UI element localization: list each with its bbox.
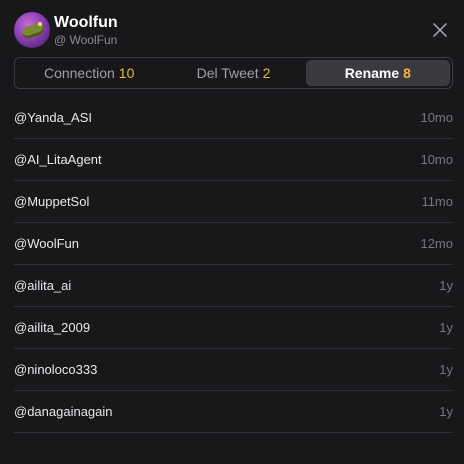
- item-age: 1y: [439, 278, 453, 293]
- list-item[interactable]: @Yanda_ASI 10mo: [14, 97, 453, 139]
- tab-count: 2: [262, 65, 271, 81]
- rename-history-panel: Woolfun @ WoolFun Connection 10 Del Twee…: [0, 0, 464, 464]
- list-item[interactable]: @WoolFun 12mo: [14, 223, 453, 265]
- close-icon[interactable]: [430, 20, 450, 40]
- tab-connection[interactable]: Connection 10: [17, 60, 161, 86]
- tab-bar: Connection 10 Del Tweet 2 Rename 8: [14, 57, 453, 89]
- account-title: Woolfun: [54, 14, 118, 31]
- tab-label: Rename: [344, 65, 400, 81]
- item-handle: @ailita_ai: [14, 278, 72, 293]
- tab-count: 8: [403, 65, 411, 81]
- item-handle: @ninoloco333: [14, 362, 98, 377]
- item-handle: @Yanda_ASI: [14, 110, 93, 125]
- item-handle: @MuppetSol: [14, 194, 90, 209]
- item-age: 10mo: [420, 152, 453, 167]
- rename-list: @Yanda_ASI 10mo @AI_LitaAgent 10mo @Mupp…: [14, 97, 453, 433]
- tab-del-tweet[interactable]: Del Tweet 2: [161, 60, 305, 86]
- tab-label: Del Tweet: [196, 65, 259, 81]
- header: Woolfun @ WoolFun: [14, 12, 450, 48]
- item-handle: @AI_LitaAgent: [14, 152, 102, 167]
- item-age: 1y: [439, 362, 453, 377]
- tab-label: Connection: [43, 65, 115, 81]
- avatar-spark-shape: [38, 22, 42, 26]
- item-handle: @WoolFun: [14, 236, 79, 251]
- item-age: 10mo: [420, 110, 453, 125]
- tab-count: 10: [118, 65, 135, 81]
- list-item[interactable]: @AI_LitaAgent 10mo: [14, 139, 453, 181]
- tab-rename[interactable]: Rename 8: [305, 60, 450, 86]
- list-item[interactable]: @danagainagain 1y: [14, 391, 453, 433]
- account-handle: @ WoolFun: [54, 33, 118, 47]
- list-item[interactable]: @ninoloco333 1y: [14, 349, 453, 391]
- item-age: 1y: [439, 404, 453, 419]
- avatar: [14, 12, 50, 48]
- item-handle: @ailita_2009: [14, 320, 91, 335]
- list-item[interactable]: @MuppetSol 11mo: [14, 181, 453, 223]
- item-age: 12mo: [420, 236, 453, 251]
- item-age: 1y: [439, 320, 453, 335]
- header-titles: Woolfun @ WoolFun: [54, 13, 118, 47]
- item-handle: @danagainagain: [14, 404, 113, 419]
- list-item[interactable]: @ailita_ai 1y: [14, 265, 453, 307]
- item-age: 11mo: [421, 194, 453, 209]
- list-item[interactable]: @ailita_2009 1y: [14, 307, 453, 349]
